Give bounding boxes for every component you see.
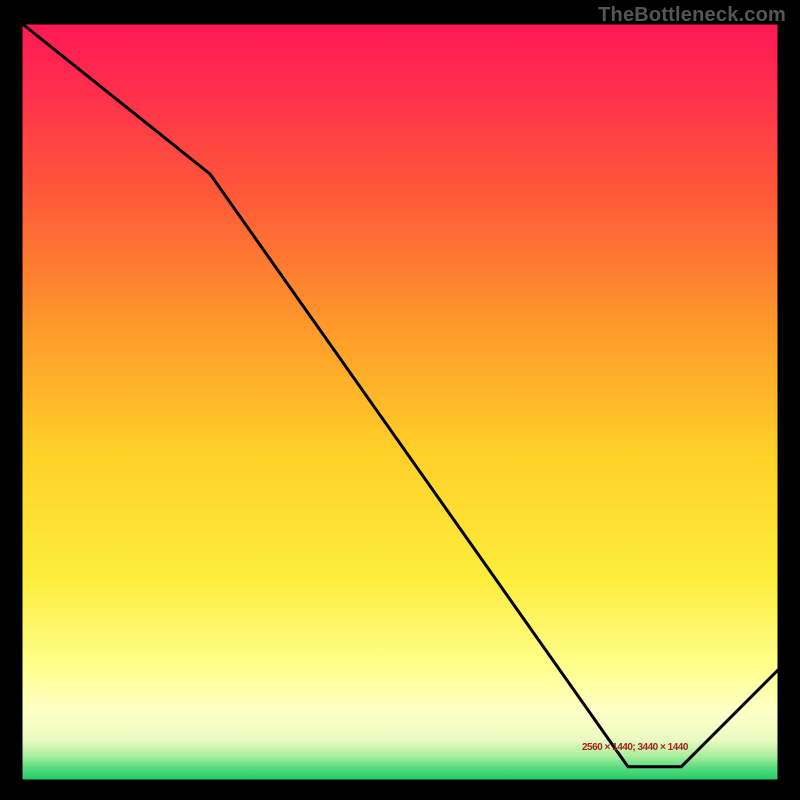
watermark-text: TheBottleneck.com bbox=[598, 4, 786, 27]
chart-plot bbox=[20, 22, 780, 782]
resolution-label: 2560 × 1440; 3440 × 1440 bbox=[582, 742, 688, 753]
chart-container: TheBottleneck.com bbox=[0, 0, 800, 800]
gradient-background bbox=[20, 22, 780, 782]
